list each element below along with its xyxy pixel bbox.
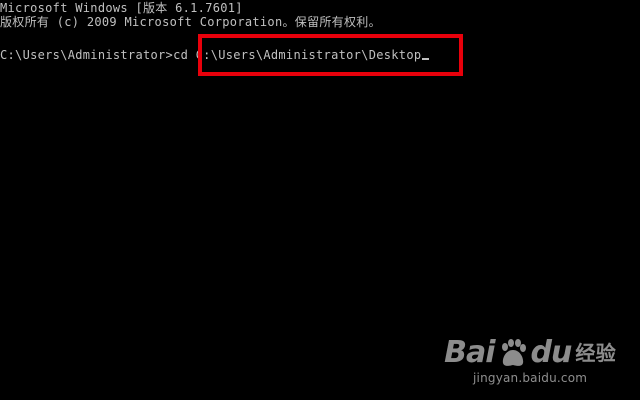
baidu-jingyan-watermark: Bai du 经验 jingyan.baidu.com bbox=[444, 336, 616, 386]
console-command-line[interactable]: C:\Users\Administrator>cd C:\Users\Admin… bbox=[0, 47, 430, 63]
console-copyright-line: 版权所有 (c) 2009 Microsoft Corporation。保留所有… bbox=[0, 15, 381, 29]
watermark-url: jingyan.baidu.com bbox=[473, 371, 588, 385]
watermark-logo-jingyan: 经验 bbox=[575, 341, 616, 365]
watermark-logo-bai: Bai bbox=[444, 335, 495, 370]
watermark-logo-du: du bbox=[530, 335, 573, 370]
text-cursor bbox=[422, 58, 430, 60]
console-window[interactable]: Microsoft Windows [版本 6.1.7601] 版权所有 (c)… bbox=[0, 0, 640, 400]
command-argument: C:\Users\Administrator\Desktop bbox=[195, 48, 422, 62]
baidu-paw-icon bbox=[501, 339, 526, 366]
console-prompt: C:\Users\Administrator>cd bbox=[0, 48, 196, 62]
